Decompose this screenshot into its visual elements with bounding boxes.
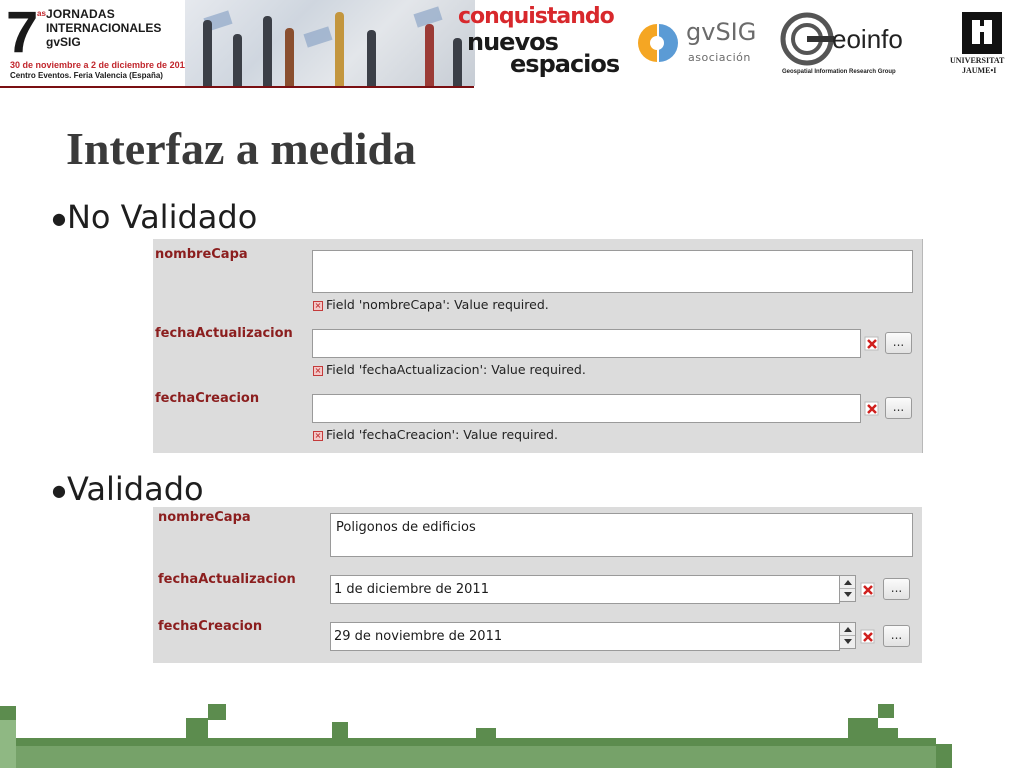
fechaactualizacion-input[interactable]: [312, 329, 861, 358]
header-banner: 7 as JORNADAS INTERNACIONALES gvSIG 30 d…: [0, 0, 1024, 90]
date-picker-button[interactable]: ...: [885, 332, 912, 354]
uji-line-1: UNIVERSITAT: [950, 56, 1005, 65]
form-valid-panel: nombreCapa Poligonos de edificios fechaA…: [153, 507, 922, 663]
motto-logo: conquistando nuevos espacios: [455, 2, 635, 86]
bullet-valid-text: Validado: [66, 470, 204, 508]
fechacreacion-input[interactable]: [312, 394, 861, 423]
date-picker-button[interactable]: ...: [883, 625, 910, 647]
field-label-fechaactualizacion: fechaActualizacion: [158, 572, 296, 587]
date-picker-button[interactable]: ...: [883, 578, 910, 600]
clear-date-icon[interactable]: [864, 401, 880, 417]
bullet-dot-icon: ●: [52, 481, 66, 500]
nombrecapa-input[interactable]: [312, 250, 913, 293]
fechacreacion-input[interactable]: 29 de noviembre de 2011: [330, 622, 840, 651]
bullet-dot-icon: ●: [52, 209, 66, 228]
event-dates: 30 de noviembre a 2 de diciembre de 2011: [10, 60, 190, 70]
motto-line-1: conquistando: [458, 4, 615, 29]
banner-collage-image: [185, 0, 475, 86]
spin-down-icon[interactable]: [840, 589, 855, 601]
geoinfo-name: eoinfo: [832, 24, 903, 54]
slide-title: Interfaz a medida: [66, 123, 417, 174]
clear-date-icon[interactable]: [864, 336, 880, 352]
banner-divider: [0, 86, 474, 88]
field-label-nombrecapa: nombreCapa: [158, 510, 251, 525]
nombrecapa-error: × Field 'nombreCapa': Value required.: [313, 297, 549, 312]
date-spinner[interactable]: [839, 575, 856, 602]
event-line-3: gvSIG: [46, 35, 81, 49]
event-venue: Centro Eventos. Feria Valencia (España): [10, 71, 163, 80]
error-icon: ×: [313, 301, 323, 311]
field-label-fechacreacion: fechaCreacion: [155, 391, 260, 406]
field-label-fechaactualizacion: fechaActualizacion: [155, 326, 293, 341]
gvsig-sub: asociación: [688, 51, 751, 64]
date-spinner[interactable]: [839, 622, 856, 649]
field-label-nombrecapa: nombreCapa: [155, 247, 248, 262]
bullet-invalid: ●No Validado: [52, 199, 257, 237]
form-invalid-panel: nombreCapa × Field 'nombreCapa': Value re…: [153, 239, 923, 453]
error-icon: ×: [313, 366, 323, 376]
spin-down-icon[interactable]: [840, 636, 855, 648]
clear-date-icon[interactable]: [860, 629, 876, 645]
gvsig-logo-icon: [638, 24, 678, 62]
bullet-valid: ●Validado: [52, 471, 204, 509]
fechaactualizacion-input[interactable]: 1 de diciembre de 2011: [330, 575, 840, 604]
spin-up-icon[interactable]: [840, 576, 855, 589]
spin-up-icon[interactable]: [840, 623, 855, 636]
uji-logo-icon: [962, 12, 1002, 54]
motto-line-3: espacios: [510, 50, 620, 78]
clear-date-icon[interactable]: [860, 582, 876, 598]
event-line-1: JORNADAS: [46, 7, 115, 21]
event-superscript: as: [37, 9, 46, 18]
event-line-2: INTERNACIONALES: [46, 21, 162, 35]
date-picker-button[interactable]: ...: [885, 397, 912, 419]
fechaactualizacion-error: × Field 'fechaActualizacion': Value requi…: [313, 362, 586, 377]
fechacreacion-error: × Field 'fechaCreacion': Value required.: [313, 427, 558, 442]
nombrecapa-input[interactable]: Poligonos de edificios: [330, 513, 913, 557]
uji-line-2: JAUME•I: [962, 66, 997, 75]
gvsig-name: gvSIG: [686, 18, 757, 46]
error-icon: ×: [313, 431, 323, 441]
geoinfo-logo-icon: [780, 12, 834, 66]
geoinfo-sub: Geospatial Information Research Group: [782, 69, 896, 75]
field-label-fechacreacion: fechaCreacion: [158, 619, 263, 634]
event-number: 7: [6, 0, 39, 65]
bullet-invalid-text: No Validado: [66, 198, 258, 236]
